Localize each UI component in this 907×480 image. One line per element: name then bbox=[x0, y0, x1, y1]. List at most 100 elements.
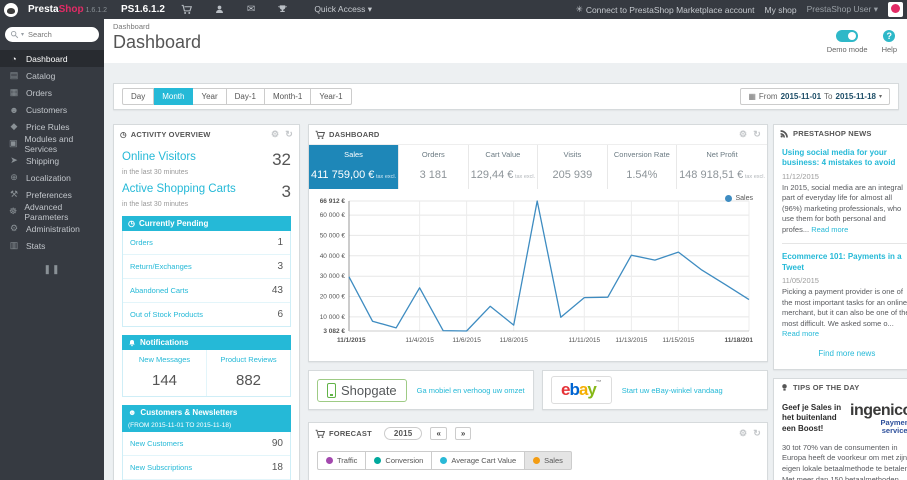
sidebar-item-price-rules[interactable]: ◆ Price Rules bbox=[0, 118, 104, 135]
sidebar-item-catalog[interactable]: ▤ Catalog bbox=[0, 67, 104, 84]
range-button-year[interactable]: Year bbox=[193, 88, 227, 105]
forecast-prev-button[interactable]: « bbox=[430, 427, 447, 440]
ebay-link[interactable]: Start uw eBay-winkel vandaag bbox=[622, 386, 723, 395]
sidebar-item-label: Customers bbox=[26, 104, 68, 115]
sidebar-item-administration[interactable]: ⚙ Administration bbox=[0, 220, 104, 237]
sidebar-item-localization[interactable]: ⊕ Localization bbox=[0, 169, 104, 186]
kpi-cart-value[interactable]: Cart Value 129,44 € tax excl. bbox=[467, 145, 538, 189]
panel-settings-icon[interactable]: ⚙ bbox=[739, 428, 747, 439]
pending-row-link[interactable]: Return/Exchanges bbox=[130, 262, 192, 271]
cart-notifications-icon[interactable] bbox=[175, 4, 198, 15]
forecast-toggle-sales[interactable]: Sales bbox=[525, 451, 572, 470]
forecast-next-button[interactable]: » bbox=[454, 427, 472, 440]
svg-text:11/11/2015: 11/11/2015 bbox=[569, 337, 601, 344]
kpi-value: 1.54% bbox=[626, 169, 658, 181]
notification-value: 882 bbox=[235, 372, 262, 389]
quick-access-menu[interactable]: Quick Access ▾ bbox=[314, 4, 372, 15]
sidebar-item-modules-and-services[interactable]: ▣ Modules and Services bbox=[0, 134, 104, 154]
sidebar-item-advanced-parameters[interactable]: ☸ Advanced Parameters bbox=[0, 202, 104, 222]
panel-refresh-icon[interactable]: ↻ bbox=[753, 428, 761, 439]
read-more-link[interactable]: Read more bbox=[782, 329, 819, 338]
news-item-title[interactable]: Ecommerce 101: Payments in a Tweet bbox=[782, 252, 907, 273]
help-icon[interactable]: ? bbox=[883, 30, 896, 42]
ingenico-logo[interactable]: ingenico Payment services bbox=[850, 402, 907, 436]
customer-notifications-icon[interactable] bbox=[208, 4, 231, 15]
tip-headline: Geef je Sales in het buitenland een Boos… bbox=[782, 402, 842, 434]
online-visitors-link[interactable]: Online Visitors bbox=[122, 151, 196, 163]
find-more-news-link[interactable]: Find more news bbox=[782, 349, 907, 361]
range-button-month-1[interactable]: Month-1 bbox=[264, 88, 312, 105]
trophy-icon[interactable] bbox=[271, 4, 294, 15]
kpi-net-profit[interactable]: Net Profit 148 918,51 € tax excl. bbox=[676, 145, 767, 189]
read-more-link[interactable]: Read more bbox=[811, 225, 848, 234]
tip-body: 30 tot 70% van de consumenten in Europa … bbox=[782, 442, 907, 480]
sidebar-item-customers[interactable]: ☻ Customers bbox=[0, 101, 104, 118]
news-item-title[interactable]: Using social media for your business: 4 … bbox=[782, 148, 907, 169]
date-range-picker[interactable]: ▦ From 2015-11-01 To 2015-11-18 ▾ bbox=[740, 88, 890, 105]
chart-legend[interactable]: Sales bbox=[725, 195, 753, 202]
date-filter-panel: Day Month Year Day-1 Month-1 Year-1 ▦ From 20… bbox=[113, 83, 899, 110]
ebay-module-ad: ebay™ Start uw eBay-winkel vandaag bbox=[542, 370, 768, 410]
notification-cell[interactable]: Product Reviews 882 bbox=[206, 350, 290, 396]
sales-line-chart: 66 912 € 60 000 € 50 000 € 40 000 € 30 000 €… bbox=[320, 198, 754, 344]
legend-dot-icon bbox=[374, 457, 382, 464]
svg-text:60 000 €: 60 000 € bbox=[320, 212, 346, 219]
notification-label: New Messages bbox=[138, 355, 191, 364]
customer-row-link[interactable]: New Subscriptions bbox=[130, 463, 192, 472]
demo-mode-toggle[interactable] bbox=[836, 30, 859, 42]
shop-name-link[interactable]: PS1.6.1.2 bbox=[121, 4, 165, 15]
sidebar-item-orders[interactable]: ▦ Orders bbox=[0, 84, 104, 101]
ebay-letter: y bbox=[587, 380, 597, 399]
kpi-conversion-rate[interactable]: Conversion Rate 1.54% bbox=[606, 145, 676, 189]
user-avatar[interactable] bbox=[888, 2, 903, 17]
marketplace-link[interactable]: ✳ Connect to PrestaShop Marketplace accou… bbox=[576, 4, 755, 15]
shopgate-link[interactable]: Ga mobiel en verhoog uw omzet bbox=[417, 386, 525, 395]
panel-refresh-icon[interactable]: ↻ bbox=[285, 129, 293, 140]
search-scope-caret-icon[interactable]: ▾ bbox=[21, 31, 24, 38]
range-button-day[interactable]: Day bbox=[122, 88, 155, 105]
customer-row-value: 18 bbox=[271, 462, 283, 473]
clock-icon: ◷ bbox=[120, 130, 127, 139]
forecast-toggle-traffic[interactable]: Traffic bbox=[317, 451, 367, 470]
pending-row-link[interactable]: Abandoned Carts bbox=[130, 286, 188, 295]
pending-row-link[interactable]: Out of Stock Products bbox=[130, 310, 203, 319]
pending-row: Return/Exchanges 3 bbox=[123, 254, 290, 278]
notifications-header: Notifications bbox=[122, 335, 291, 350]
prestashop-logo[interactable] bbox=[4, 2, 18, 17]
kpi-value: 148 918,51 € tax excl. bbox=[679, 169, 765, 181]
customers-icon: ☻ bbox=[9, 104, 19, 115]
active-carts-link[interactable]: Active Shopping Carts bbox=[122, 183, 236, 195]
kpi-visits[interactable]: Visits 205 939 bbox=[537, 145, 606, 189]
forecast-toggle-average-cart-value[interactable]: Average Cart Value bbox=[432, 451, 526, 470]
sidebar-search[interactable]: ▾ bbox=[5, 27, 99, 42]
sidebar-item-preferences[interactable]: ⚒ Preferences bbox=[0, 186, 104, 203]
panel-settings-icon[interactable]: ⚙ bbox=[271, 129, 279, 140]
kpi-orders[interactable]: Orders 3 181 bbox=[398, 145, 467, 189]
forecast-toggle-conversion[interactable]: Conversion bbox=[366, 451, 433, 470]
customer-row-link[interactable]: New Customers bbox=[130, 439, 183, 448]
sidebar-item-dashboard[interactable]: ◔ Dashboard bbox=[0, 50, 104, 67]
trademark-symbol: ™ bbox=[595, 380, 602, 386]
sales-chart: Sales 66 912 € 60 000 € 50 000 € 40 000 € 30… bbox=[309, 189, 767, 361]
user-menu[interactable]: PrestaShop User ▾ bbox=[807, 4, 878, 15]
panel-refresh-icon[interactable]: ↻ bbox=[753, 129, 761, 140]
svg-text:11/18/201: 11/18/201 bbox=[724, 337, 753, 344]
notification-cell[interactable]: New Messages 144 bbox=[123, 350, 206, 396]
pending-row-link[interactable]: Orders bbox=[130, 238, 153, 247]
kpi-sales[interactable]: Sales 411 759,00 € tax excl. bbox=[309, 145, 399, 189]
range-button-year-1[interactable]: Year-1 bbox=[311, 88, 352, 105]
svg-text:40 000 €: 40 000 € bbox=[320, 253, 346, 260]
sidebar-item-stats[interactable]: ▥ Stats bbox=[0, 237, 104, 254]
range-button-month[interactable]: Month bbox=[154, 88, 194, 105]
customers-newsletters-header: ☻ Customers & Newsletters (FROM 2015-11-01… bbox=[122, 405, 291, 432]
sidebar-item-shipping[interactable]: ➤ Shipping bbox=[0, 152, 104, 169]
sidebar-collapse-button[interactable]: ❚❚ bbox=[0, 264, 104, 275]
range-button-day-1[interactable]: Day-1 bbox=[226, 88, 265, 105]
search-input[interactable] bbox=[26, 29, 82, 40]
messages-icon[interactable]: ✉ bbox=[241, 4, 261, 15]
kpi-value: 3 181 bbox=[419, 169, 448, 181]
my-shop-link[interactable]: My shop bbox=[765, 5, 797, 15]
marketplace-icon: ✳ bbox=[575, 4, 583, 14]
forecast-year: 2015 bbox=[383, 427, 423, 440]
panel-settings-icon[interactable]: ⚙ bbox=[739, 129, 747, 140]
